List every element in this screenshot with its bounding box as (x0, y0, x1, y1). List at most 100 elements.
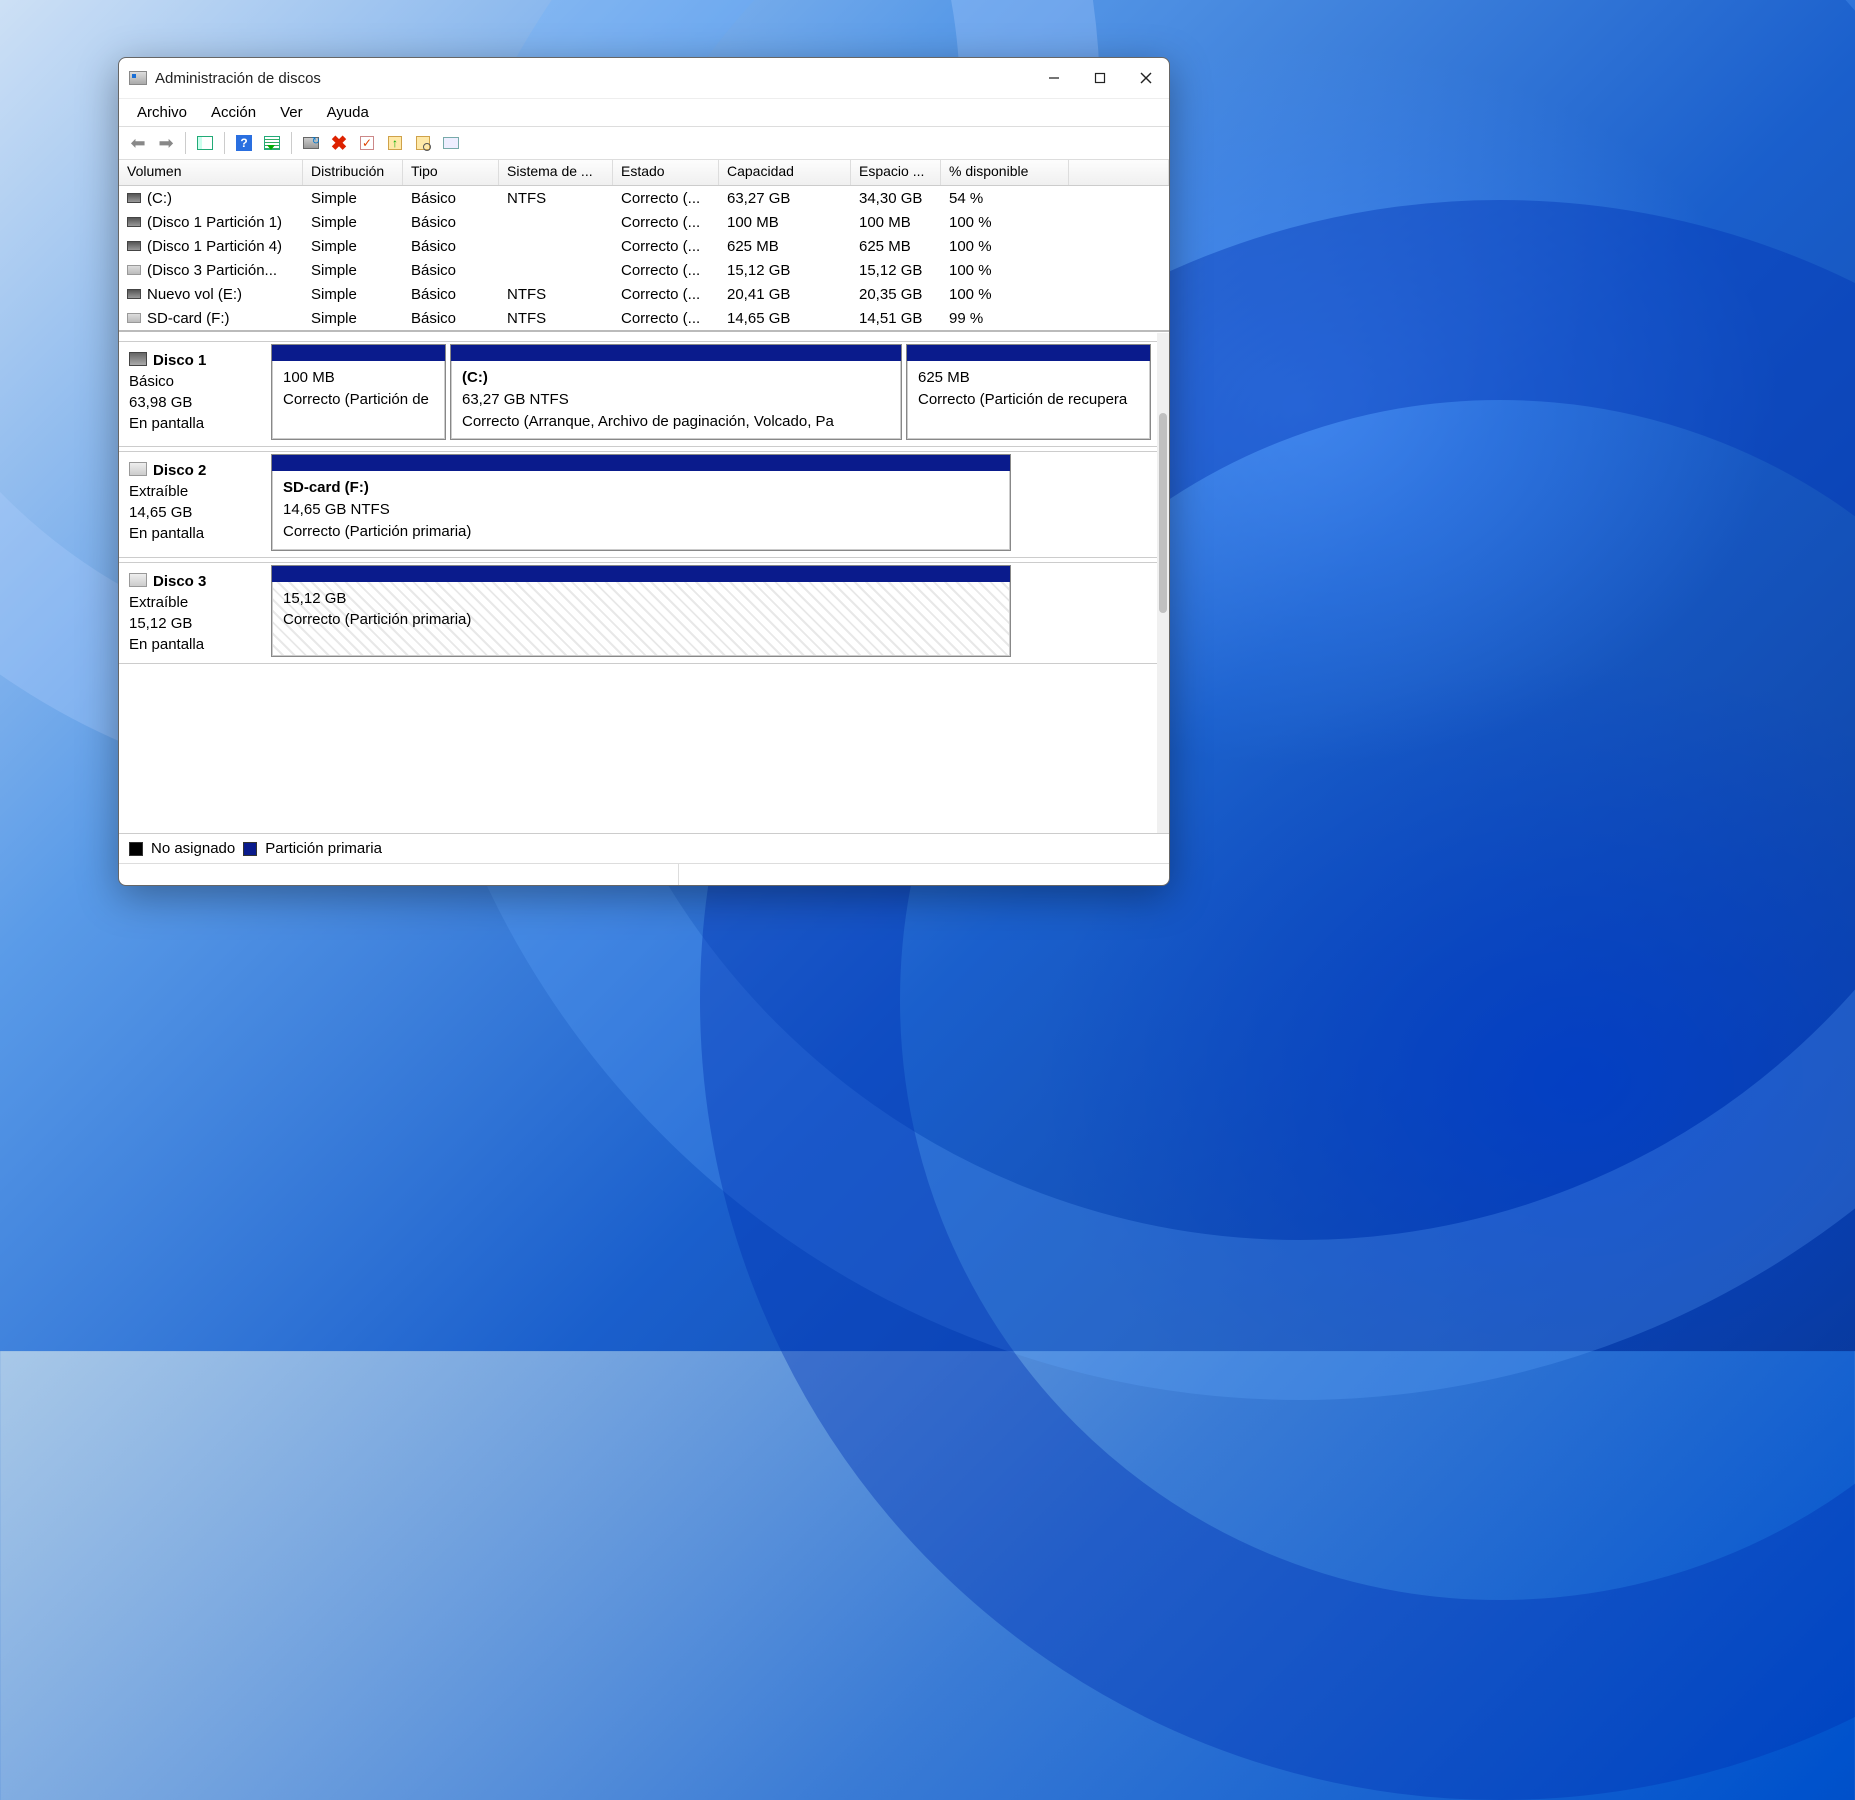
disk-icon (129, 352, 147, 366)
find-button[interactable] (410, 130, 436, 156)
volume-capacity: 20,41 GB (719, 285, 851, 304)
partition-status: Correcto (Partición primaria) (283, 609, 999, 631)
close-button[interactable] (1123, 58, 1169, 98)
volume-icon (127, 289, 141, 299)
partition-size: 14,65 GB NTFS (283, 499, 999, 521)
disk-state: En pantalla (129, 413, 259, 434)
volume-status: Correcto (... (613, 261, 719, 280)
app-icon (129, 71, 147, 85)
col-layout[interactable]: Distribución (303, 160, 403, 185)
volume-status: Correcto (... (613, 237, 719, 256)
delete-button[interactable]: ✖ (326, 130, 352, 156)
disk-state: En pantalla (129, 634, 259, 655)
disk-row-3[interactable]: Disco 3 Extraíble 15,12 GB En pantalla 1… (119, 562, 1157, 664)
menu-file[interactable]: Archivo (127, 102, 197, 123)
legend-unallocated: No asignado (151, 840, 235, 857)
menu-view[interactable]: Ver (270, 102, 313, 123)
partition-size: 625 MB (918, 367, 1139, 389)
menu-action[interactable]: Acción (201, 102, 266, 123)
disk-row-2[interactable]: Disco 2 Extraíble 14,65 GB En pantalla S… (119, 451, 1157, 557)
disk-row-1[interactable]: Disco 1 Básico 63,98 GB En pantalla 100 … (119, 341, 1157, 447)
table-row[interactable]: (Disco 3 Partición... SimpleBásico Correct… (119, 258, 1169, 282)
col-volume[interactable]: Volumen (119, 160, 303, 185)
partition-status: Correcto (Partición primaria) (283, 521, 999, 543)
partition[interactable]: SD-card (F:) 14,65 GB NTFS Correcto (Par… (271, 454, 1011, 550)
volume-name: (C:) (147, 190, 172, 207)
partition-header (907, 345, 1150, 361)
up-button[interactable]: ↑ (382, 130, 408, 156)
partition-size: 15,12 GB (283, 588, 999, 610)
legend-swatch-primary (243, 842, 257, 856)
refresh-icon: ↻ (303, 137, 319, 149)
table-row[interactable]: (C:)SimpleBásicoNTFSCorrecto (...63,27 G… (119, 186, 1169, 210)
partition[interactable]: 15,12 GB Correcto (Partición primaria) (271, 565, 1011, 657)
menu-help[interactable]: Ayuda (317, 102, 379, 123)
col-pct[interactable]: % disponible (941, 160, 1069, 185)
volume-capacity: 14,65 GB (719, 309, 851, 328)
partition-header (272, 455, 1010, 471)
volume-name: (Disco 3 Partición... (147, 262, 277, 279)
volume-name: (Disco 1 Partición 4) (147, 238, 282, 255)
disk-icon (129, 462, 147, 476)
volume-fs: NTFS (499, 309, 613, 328)
legend-swatch-unallocated (129, 842, 143, 856)
volume-icon (127, 217, 141, 227)
partition[interactable]: 625 MB Correcto (Partición de recupera (906, 344, 1151, 440)
vertical-scrollbar[interactable] (1157, 333, 1169, 833)
volume-free: 100 MB (851, 213, 941, 232)
disk-graphic-pane: Disco 1 Básico 63,98 GB En pantalla 100 … (119, 332, 1169, 833)
volume-name: (Disco 1 Partición 1) (147, 214, 282, 231)
minimize-button[interactable] (1031, 58, 1077, 98)
list-icon (264, 136, 280, 150)
action-list-button[interactable] (259, 130, 285, 156)
volume-icon (127, 265, 141, 275)
col-status[interactable]: Estado (613, 160, 719, 185)
forward-button[interactable]: ➡ (153, 130, 179, 156)
col-free[interactable]: Espacio ... (851, 160, 941, 185)
col-fs[interactable]: Sistema de ... (499, 160, 613, 185)
partition[interactable]: (C:) 63,27 GB NTFS Correcto (Arranque, A… (450, 344, 902, 440)
table-header-row: Volumen Distribución Tipo Sistema de ...… (119, 160, 1169, 186)
col-spacer[interactable] (1069, 160, 1169, 185)
volume-fs: NTFS (499, 285, 613, 304)
panel-icon (197, 136, 213, 150)
partition-status: Correcto (Partición de (283, 389, 434, 411)
partition-size: 63,27 GB NTFS (462, 389, 890, 411)
col-type[interactable]: Tipo (403, 160, 499, 185)
search-icon (416, 136, 430, 150)
table-row[interactable]: (Disco 1 Partición 4)SimpleBásicoCorrect… (119, 234, 1169, 258)
volume-fs (499, 245, 613, 247)
delete-icon: ✖ (331, 131, 348, 156)
titlebar[interactable]: Administración de discos (119, 58, 1169, 98)
partition-size: 100 MB (283, 367, 434, 389)
disk-title: Disco 3 (153, 573, 206, 590)
volume-free: 14,51 GB (851, 309, 941, 328)
volume-type: Básico (403, 309, 499, 328)
volume-layout: Simple (303, 285, 403, 304)
volume-type: Básico (403, 261, 499, 280)
table-row[interactable]: SD-card (F:)SimpleBásicoNTFSCorrecto (..… (119, 306, 1169, 330)
volume-type: Básico (403, 237, 499, 256)
arrow-right-icon: ➡ (158, 133, 173, 154)
back-button[interactable]: ⬅ (125, 130, 151, 156)
disk-state: En pantalla (129, 523, 259, 544)
scrollbar-thumb[interactable] (1159, 413, 1167, 613)
table-row[interactable]: (Disco 1 Partición 1)SimpleBásicoCorrect… (119, 210, 1169, 234)
maximize-button[interactable] (1077, 58, 1123, 98)
disk-title: Disco 2 (153, 462, 206, 479)
help-button[interactable]: ? (231, 130, 257, 156)
volume-pct: 100 % (941, 285, 1069, 304)
partition-status: Correcto (Partición de recupera (918, 389, 1139, 411)
up-arrow-icon: ↑ (388, 136, 402, 150)
volume-layout: Simple (303, 261, 403, 280)
show-hide-tree-button[interactable] (192, 130, 218, 156)
volume-name: SD-card (F:) (147, 310, 230, 327)
volume-layout: Simple (303, 309, 403, 328)
col-capacity[interactable]: Capacidad (719, 160, 851, 185)
properties-button[interactable]: ✓ (354, 130, 380, 156)
table-row[interactable]: Nuevo vol (E:)SimpleBásicoNTFSCorrecto (… (119, 282, 1169, 306)
volume-free: 34,30 GB (851, 189, 941, 208)
refresh-button[interactable]: ↻ (298, 130, 324, 156)
partition[interactable]: 100 MB Correcto (Partición de (271, 344, 446, 440)
settings-button[interactable] (438, 130, 464, 156)
